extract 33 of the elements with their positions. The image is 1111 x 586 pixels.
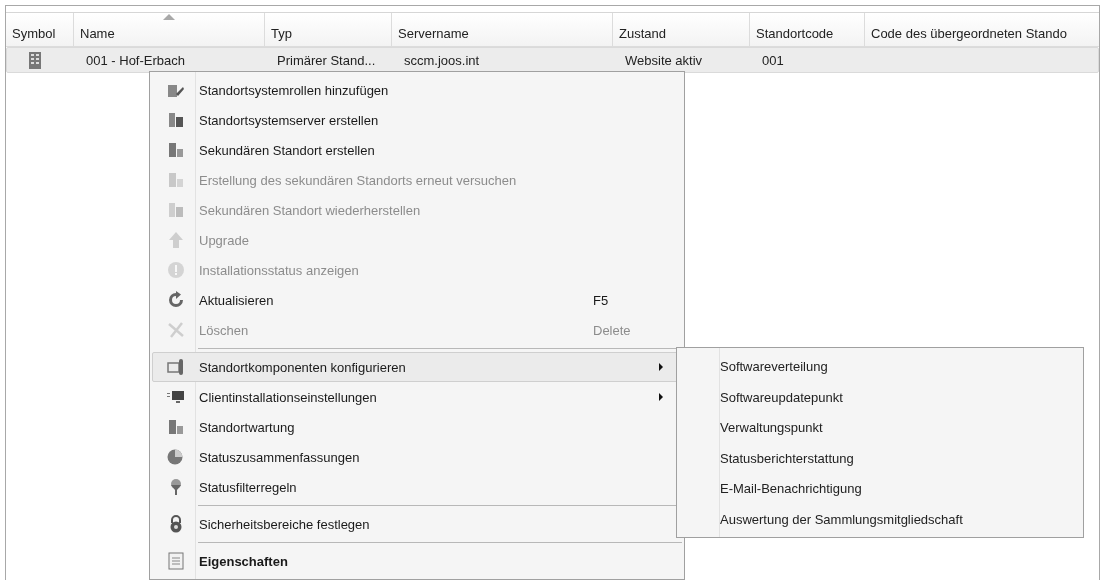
- table-cell: 001: [762, 52, 784, 68]
- table-cell: Website aktiv: [625, 52, 703, 68]
- column-header[interactable]: Typ: [265, 13, 392, 46]
- server-icon: [167, 111, 185, 129]
- building-icon: [29, 51, 41, 69]
- building-icon: [167, 418, 185, 436]
- exclamation-icon: [167, 261, 185, 279]
- table-cell: 001 - Hof-Erbach: [86, 52, 185, 68]
- column-header[interactable]: Standortcode: [750, 13, 865, 46]
- column-header[interactable]: Symbol: [6, 13, 74, 46]
- menu-item[interactable]: Eigenschaften: [152, 546, 682, 576]
- column-header[interactable]: Code des übergeordneten Stando: [865, 13, 1099, 46]
- monitor-icon: [167, 388, 185, 406]
- shortcut-label: F5: [593, 292, 609, 308]
- table-cell: Primärer Stand...: [277, 52, 376, 68]
- delete-icon: [167, 321, 185, 339]
- server-icon: [167, 201, 185, 219]
- table-row[interactable]: 001 - Hof-Erbach Primärer Stand... sccm.joos.int Website aktiv 001: [6, 47, 1099, 73]
- shortcut-label: Delete: [593, 322, 631, 338]
- up-arrow-icon: [167, 231, 185, 249]
- column-header[interactable]: Zustand: [613, 13, 750, 46]
- menu-item[interactable]: Sekundären Standort erstellen: [152, 135, 682, 165]
- properties-icon: [167, 552, 185, 570]
- building-icon: [167, 171, 185, 189]
- menu-item[interactable]: Aktualisieren F5: [152, 285, 682, 315]
- column-header[interactable]: Name: [74, 13, 265, 46]
- column-header[interactable]: Servername: [392, 13, 613, 46]
- refresh-icon: [167, 291, 185, 309]
- pie-chart-icon: [167, 448, 185, 466]
- building-icon: [167, 141, 185, 159]
- table-cell: sccm.joos.int: [404, 52, 480, 68]
- menu-item[interactable]: Standortsystemrollen hinzufügen: [152, 75, 682, 105]
- menu-item[interactable]: Standortsystemserver erstellen: [152, 105, 682, 135]
